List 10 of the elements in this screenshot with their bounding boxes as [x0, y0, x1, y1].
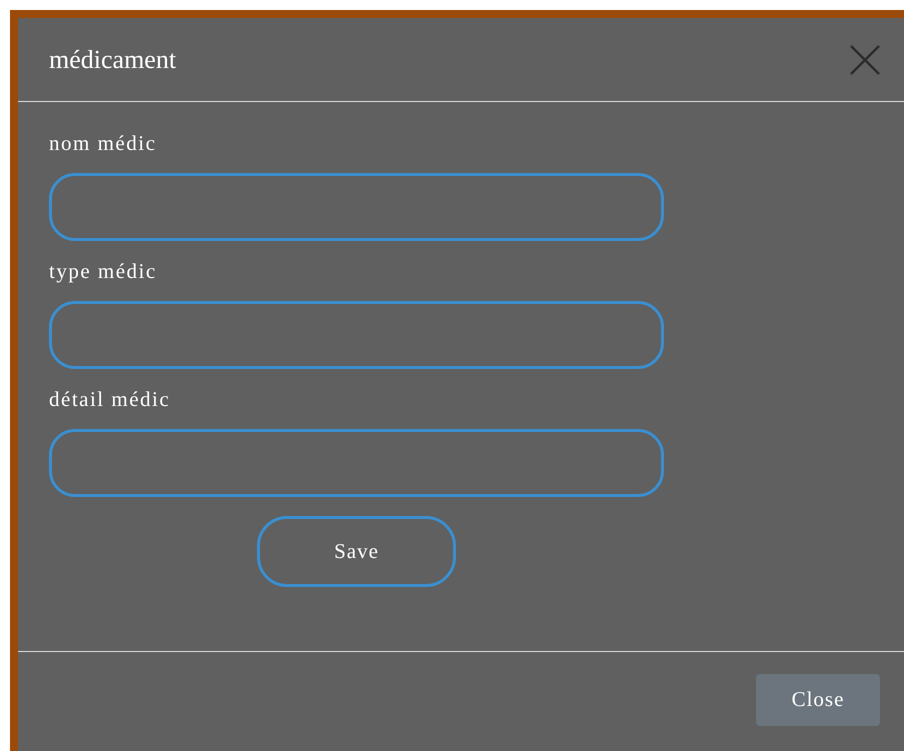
dialog-title: médicament: [49, 44, 176, 76]
input-field[interactable]: [49, 173, 664, 241]
input-field[interactable]: [49, 429, 664, 497]
field-label: détail médic: [49, 386, 172, 412]
field-label: type médic: [49, 258, 158, 284]
input-field[interactable]: [49, 301, 664, 369]
close-button[interactable]: Close: [756, 674, 880, 726]
save-button[interactable]: Save: [257, 516, 456, 587]
field-label: nom médic: [49, 130, 158, 156]
close-icon[interactable]: [848, 42, 882, 76]
